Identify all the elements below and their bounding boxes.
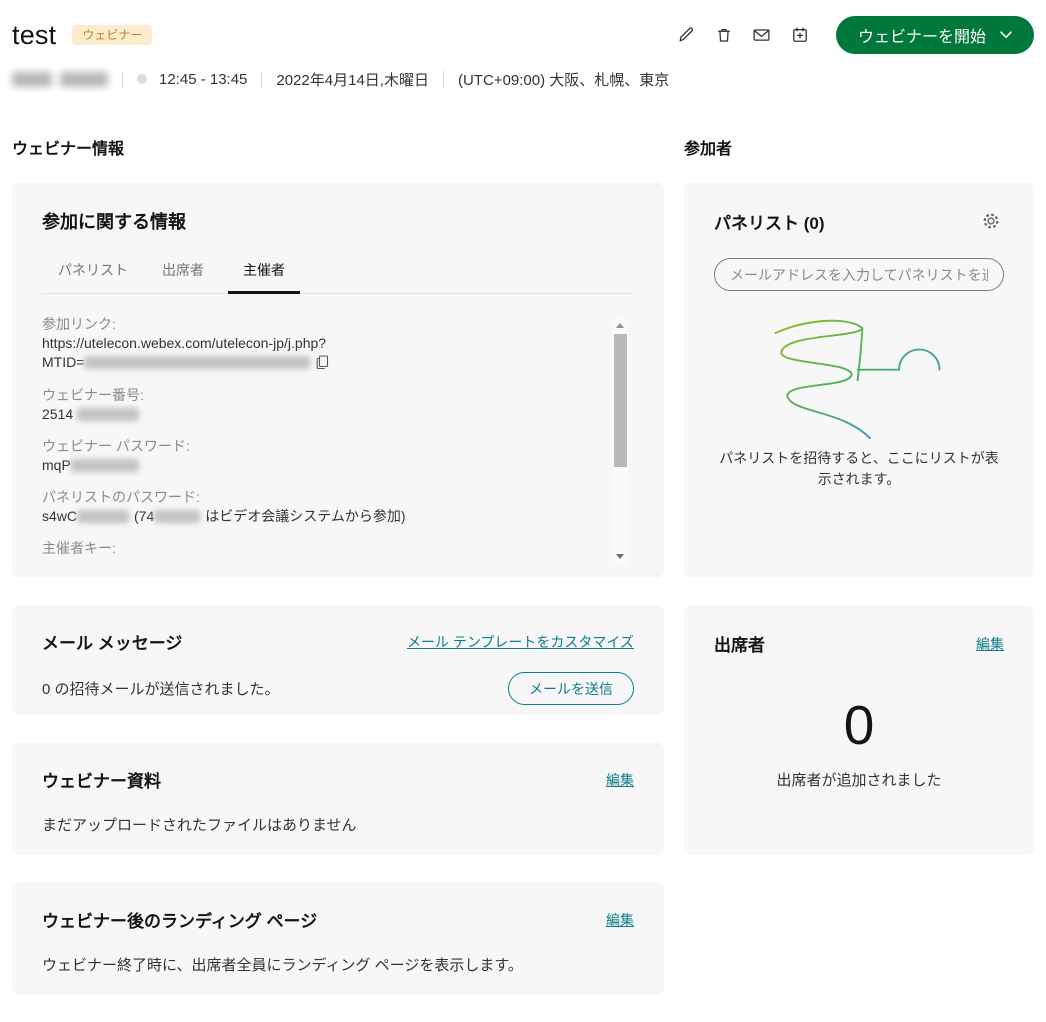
page-title: test: [12, 20, 56, 51]
panelists-card: パネリスト (0): [684, 182, 1034, 578]
webinar-password-label: ウェビナー パスワード:: [42, 437, 594, 456]
redacted-text: [77, 408, 139, 421]
participants-column: 参加者 パネリスト (0): [684, 135, 1034, 1022]
webinar-info-heading: ウェビナー情報: [12, 135, 664, 159]
scrollbar-thumb[interactable]: [614, 334, 627, 467]
time-range: 12:45 - 13:45: [137, 71, 247, 88]
chevron-down-icon: [1000, 31, 1012, 39]
join-link-field: 参加リンク: https://utelecon.webex.com/utelec…: [42, 315, 594, 373]
panelists-title: パネリスト (0): [714, 209, 825, 234]
scrollbar[interactable]: [613, 317, 628, 565]
customize-template-link[interactable]: メール テンプレートをカスタマイズ: [407, 632, 634, 652]
attendee-status-text: 出席者が追加されました: [776, 769, 941, 790]
panelist-password-suffix: はビデオ会議システムから参加): [205, 508, 405, 524]
send-email-button[interactable]: メールを送信: [508, 672, 634, 705]
edit-button[interactable]: [670, 19, 702, 51]
join-info-title: 参加に関する情報: [42, 208, 634, 234]
copy-link-button[interactable]: [316, 355, 329, 373]
header: test ウェビナー: [12, 14, 1034, 56]
join-link-label: 参加リンク:: [42, 315, 594, 334]
gear-icon: [982, 212, 1000, 230]
attendees-card: 出席者 編集 0 出席者が追加されました: [684, 605, 1034, 855]
date-text: 2022年4月14日,木曜日: [276, 69, 429, 90]
email-card-title: メール メッセージ: [42, 629, 182, 654]
status-dot-icon: [137, 74, 147, 84]
trash-icon: [715, 26, 733, 44]
webinar-number-prefix: 2514: [42, 406, 73, 422]
materials-card: ウェビナー資料 編集 まだアップロードされたファイルはありません: [12, 742, 664, 855]
materials-title: ウェビナー資料: [42, 767, 161, 792]
webinar-info-column: ウェビナー情報 参加に関する情報 パネリスト 出席者 主催者 参加リンク: ht…: [12, 135, 664, 1022]
participants-heading: 参加者: [684, 135, 1034, 159]
empty-panelists-illustration: [747, 307, 972, 442]
redacted-text: [84, 356, 310, 369]
join-info-tabs: パネリスト 出席者 主催者: [42, 260, 634, 294]
webinar-password-prefix: mqP: [42, 457, 71, 473]
materials-empty-text: まだアップロードされたファイルはありません: [42, 814, 634, 835]
join-link-url-text: https://utelecon.webex.com/utelecon-jp/j…: [42, 335, 326, 351]
panelist-password-paren: (74: [134, 508, 154, 524]
landing-title: ウェビナー後のランディング ページ: [42, 907, 317, 932]
landing-page-card: ウェビナー後のランディング ページ 編集 ウェビナー終了時に、出席者全員にランデ…: [12, 882, 664, 995]
header-actions: ウェビナーを開始: [670, 16, 1034, 54]
email-message-card: メール メッセージ メール テンプレートをカスタマイズ 0 の招待メールが送信さ…: [12, 605, 664, 715]
attendees-edit-link[interactable]: 編集: [976, 634, 1004, 654]
host-key-field: 主催者キー:: [42, 539, 594, 558]
webinar-password-field: ウェビナー パスワード: mqP: [42, 437, 594, 475]
join-link-url: https://utelecon.webex.com/utelecon-jp/j…: [42, 334, 594, 373]
redacted-text: [77, 510, 129, 523]
webinar-meta: 12:45 - 13:45 2022年4月14日,木曜日 (UTC+09:00)…: [12, 68, 1034, 90]
divider: [122, 71, 123, 88]
redacted-text: [154, 510, 200, 523]
redacted-text: [71, 459, 139, 472]
divider: [443, 71, 444, 88]
join-info-card: 参加に関する情報 パネリスト 出席者 主催者 参加リンク: https://ut…: [12, 182, 664, 578]
divider: [261, 71, 262, 88]
pencil-icon: [677, 26, 695, 44]
panelist-password-field: パネリストのパスワード: s4wC (74 はビデオ会議システムから参加): [42, 488, 594, 526]
host-key-label: 主催者キー:: [42, 539, 594, 558]
tab-panelist[interactable]: パネリスト: [48, 260, 138, 293]
mtid-prefix: MTID=: [42, 354, 84, 370]
copy-icon: [316, 355, 329, 370]
add-to-calendar-button[interactable]: [784, 19, 816, 51]
tab-attendee[interactable]: 出席者: [152, 260, 214, 293]
webinar-type-badge: ウェビナー: [72, 25, 152, 45]
host-name-redacted: [12, 72, 108, 87]
add-panelist-input[interactable]: [714, 258, 1004, 291]
landing-description: ウェビナー終了時に、出席者全員にランディング ページを表示します。: [42, 954, 634, 975]
triangle-up-icon[interactable]: [616, 323, 624, 328]
title-wrap: test ウェビナー: [12, 20, 152, 51]
join-info-scroll-area: 参加リンク: https://utelecon.webex.com/utelec…: [42, 315, 634, 567]
calendar-plus-icon: [791, 26, 809, 44]
webinar-detail-page: test ウェビナー: [0, 0, 1046, 1022]
panelist-password-prefix: s4wC: [42, 508, 77, 524]
webinar-number-field: ウェビナー番号: 2514: [42, 386, 594, 424]
delete-button[interactable]: [708, 19, 740, 51]
materials-edit-link[interactable]: 編集: [606, 770, 634, 790]
email-invite-button[interactable]: [746, 19, 778, 51]
triangle-down-icon[interactable]: [616, 554, 624, 559]
timezone-text: (UTC+09:00) 大阪、札幌、東京: [458, 69, 669, 90]
email-status-text: 0 の招待メールが送信されました。: [42, 678, 280, 699]
start-webinar-button[interactable]: ウェビナーを開始: [836, 16, 1034, 54]
panelist-settings-button[interactable]: [978, 208, 1004, 234]
attendees-title: 出席者: [714, 631, 765, 656]
panelists-empty-hint: パネリストを招待すると、ここにリストが表示されます。: [714, 448, 1004, 490]
webinar-number-label: ウェビナー番号:: [42, 386, 594, 405]
tab-host[interactable]: 主催者: [228, 260, 300, 293]
redacted-text: [12, 72, 52, 87]
panelist-password-label: パネリストのパスワード:: [42, 488, 594, 507]
envelope-icon: [752, 26, 771, 44]
time-text: 12:45 - 13:45: [159, 71, 247, 88]
landing-edit-link[interactable]: 編集: [606, 910, 634, 930]
start-webinar-label: ウェビナーを開始: [858, 23, 986, 47]
redacted-text: [60, 72, 108, 87]
attendee-count: 0: [844, 698, 875, 753]
